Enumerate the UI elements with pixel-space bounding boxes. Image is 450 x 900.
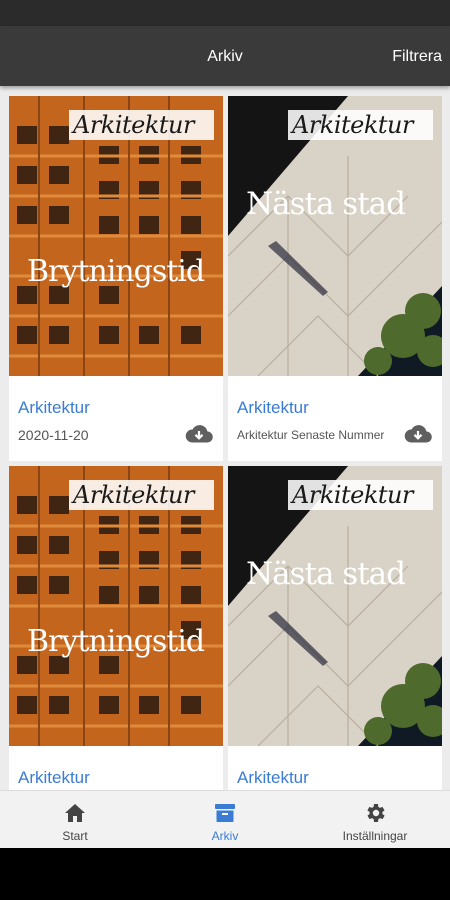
cover-headline: Nästa stad xyxy=(246,186,406,222)
cover-headline: Brytningstid xyxy=(27,254,205,289)
nav-item-start[interactable]: Start xyxy=(0,791,150,849)
issue-cover-image[interactable]: Arkitektur Brytningstid xyxy=(9,96,223,376)
issue-card[interactable]: Arkitektur Brytningstid Arkitektur 2020-… xyxy=(9,96,223,461)
cloud-download-icon[interactable] xyxy=(404,422,432,446)
nav-item-installningar[interactable]: Inställningar xyxy=(300,791,450,849)
issue-card[interactable]: Arkitektur Brytningstid Arkitektur xyxy=(9,466,223,790)
archive-icon xyxy=(215,804,235,822)
filter-button[interactable]: Filtrera xyxy=(392,26,442,86)
archive-content[interactable]: Arkitektur Brytningstid Arkitektur 2020-… xyxy=(0,86,450,790)
home-icon xyxy=(65,804,85,822)
issue-subtitle: Arkitektur Senaste Nummer xyxy=(237,428,385,442)
issue-cover-image[interactable]: Arkitektur Nästa stad xyxy=(228,466,442,746)
status-bar xyxy=(0,0,450,26)
cover-masthead: Arkitektur xyxy=(288,110,433,140)
system-nav-area xyxy=(0,848,450,900)
cover-masthead: Arkitektur xyxy=(69,480,214,510)
issue-card[interactable]: Arkitektur Nästa stad Arkitektur Arkitek… xyxy=(228,96,442,461)
nav-item-arkiv[interactable]: Arkiv xyxy=(150,791,300,849)
issue-title[interactable]: Arkitektur xyxy=(18,398,90,418)
cloud-download-icon[interactable] xyxy=(185,422,213,446)
cover-headline: Brytningstid xyxy=(27,624,205,659)
cover-headline: Nästa stad xyxy=(246,556,406,592)
nav-label: Inställningar xyxy=(342,829,408,843)
nav-label: Arkiv xyxy=(211,829,239,843)
gear-icon xyxy=(367,804,385,822)
bottom-nav: Start Arkiv Inställningar xyxy=(0,790,450,848)
issue-title[interactable]: Arkitektur xyxy=(18,768,90,788)
issue-date: 2020-11-20 xyxy=(18,427,89,443)
issue-cover-image[interactable]: Arkitektur Nästa stad xyxy=(228,96,442,376)
issue-card[interactable]: Arkitektur Nästa stad Arkitektur xyxy=(228,466,442,790)
app-bar: Arkiv Filtrera xyxy=(0,26,450,86)
nav-label: Start xyxy=(62,829,88,843)
issue-cover-image[interactable]: Arkitektur Brytningstid xyxy=(9,466,223,746)
issue-title[interactable]: Arkitektur xyxy=(237,768,309,788)
page-title: Arkiv xyxy=(207,48,243,65)
cover-masthead: Arkitektur xyxy=(69,110,214,140)
cover-masthead: Arkitektur xyxy=(288,480,433,510)
issue-title[interactable]: Arkitektur xyxy=(237,398,309,418)
